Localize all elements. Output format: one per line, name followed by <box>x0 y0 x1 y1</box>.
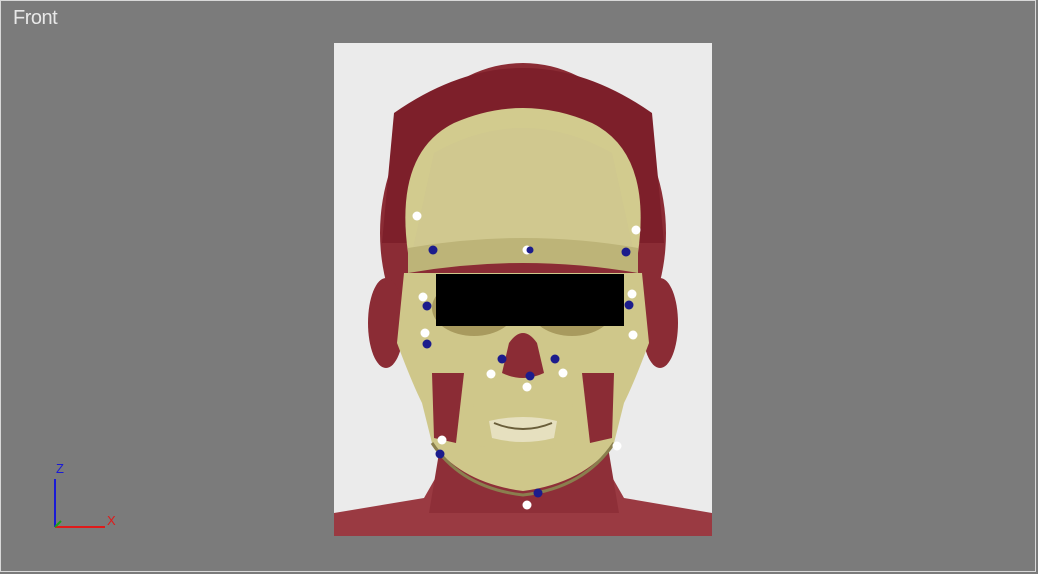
redaction-bar <box>436 274 624 326</box>
axis-gizmo: Z X <box>45 459 125 539</box>
front-viewport[interactable]: Front Z X <box>0 0 1036 572</box>
skull-overlay-model[interactable] <box>334 43 712 536</box>
reference-image <box>334 43 712 536</box>
x-axis-label: X <box>107 513 116 528</box>
z-axis-label: Z <box>56 461 64 476</box>
viewport-label[interactable]: Front <box>13 7 58 30</box>
